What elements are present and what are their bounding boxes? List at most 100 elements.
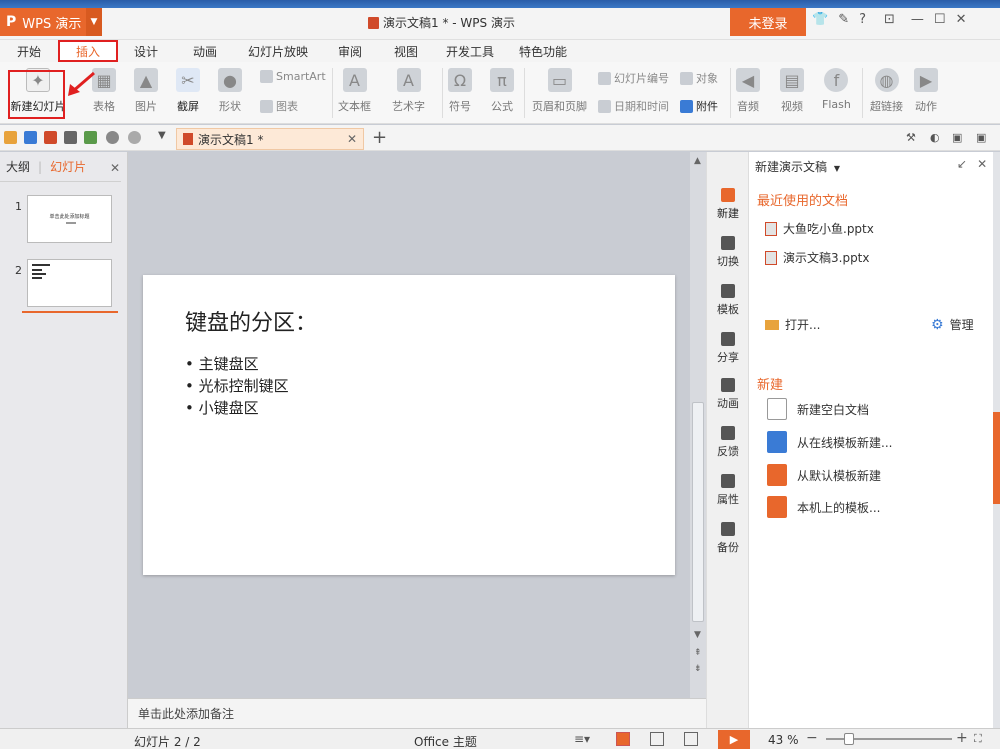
chart-button[interactable]: 图表 xyxy=(260,98,298,114)
local-templates[interactable]: 本机上的模板... xyxy=(767,496,880,518)
login-button[interactable]: 未登录 xyxy=(730,8,806,36)
sidebar-item-feedback[interactable]: 反馈 xyxy=(707,426,749,459)
sidebar-item-backup[interactable]: 备份 xyxy=(707,522,749,555)
task-pane-title: 新建演示文稿 xyxy=(755,160,828,174)
action-button[interactable]: ▶ 动作 xyxy=(914,68,938,114)
zoom-out-icon[interactable]: − xyxy=(806,730,818,746)
task-pane-header[interactable]: 新建演示文稿 ▼ xyxy=(755,158,840,175)
vertical-scrollbar[interactable]: ▲ ▼ ⇞ ⇟ xyxy=(690,152,706,698)
date-time-button[interactable]: 日期和时间 xyxy=(598,98,669,114)
help-icon[interactable]: ? xyxy=(859,12,866,27)
slide-sorter-icon[interactable] xyxy=(650,732,664,746)
app-menu-button[interactable]: P WPS 演示 ▼ xyxy=(0,8,102,36)
play-slideshow-button[interactable]: ▶ xyxy=(718,730,750,749)
recent-file[interactable]: 演示文稿3.pptx xyxy=(765,249,870,266)
new-from-online-template[interactable]: 从在线模板新建... xyxy=(767,431,892,453)
reading-view-icon[interactable] xyxy=(684,732,698,746)
attachment-button[interactable]: 附件 xyxy=(680,98,718,114)
new-from-default-template[interactable]: 从默认模板新建 xyxy=(767,464,881,486)
picture-button[interactable]: ▲ 图片 xyxy=(134,68,158,114)
recent-file[interactable]: 大鱼吃小鱼.pptx xyxy=(765,220,874,237)
open-folder-icon[interactable] xyxy=(4,131,17,144)
restore-ribbon-icon[interactable]: ⊡ xyxy=(884,12,895,27)
prev-slide-icon[interactable]: ⇞ xyxy=(694,648,702,658)
tab-home[interactable]: 开始 xyxy=(0,40,58,62)
tool-icon[interactable]: ⚒ xyxy=(906,131,916,144)
tab-slideshow[interactable]: 幻灯片放映 xyxy=(236,40,320,62)
panel-toggle-icon[interactable]: ▣ xyxy=(976,131,986,144)
layout-icon[interactable]: ▣ xyxy=(952,131,962,144)
save-icon[interactable] xyxy=(24,131,37,144)
tab-animation[interactable]: 动画 xyxy=(174,40,236,62)
new-blank-doc[interactable]: 新建空白文档 xyxy=(767,398,869,420)
close-pane-icon[interactable]: ✕ xyxy=(110,161,120,175)
customize-qat-icon[interactable]: ▼ xyxy=(158,130,166,141)
scrollbar-thumb[interactable] xyxy=(692,402,704,622)
undo-icon[interactable] xyxy=(106,131,119,144)
sidebar-item-animation[interactable]: 动画 xyxy=(707,378,749,411)
print-icon[interactable] xyxy=(64,131,77,144)
tab-slides[interactable]: 幻灯片 xyxy=(50,158,86,175)
next-slide-icon[interactable]: ⇟ xyxy=(694,664,702,674)
notes-toggle-icon[interactable]: ≡▾ xyxy=(574,732,590,746)
screenshot-button[interactable]: ✂ 截屏 xyxy=(176,68,200,114)
feedback-icon[interactable]: ✎ xyxy=(838,12,849,27)
shape-button[interactable]: ● 形状 xyxy=(218,68,242,114)
zoom-slider-knob[interactable] xyxy=(844,733,855,745)
tab-review[interactable]: 审阅 xyxy=(320,40,380,62)
sidebar-item-switch[interactable]: 切换 xyxy=(707,236,749,269)
chevron-down-icon[interactable]: ▼ xyxy=(86,8,102,36)
normal-view-icon[interactable] xyxy=(616,732,630,746)
tab-special[interactable]: 特色功能 xyxy=(508,40,578,62)
close-icon[interactable]: ✕ xyxy=(956,12,967,27)
zoom-slider[interactable] xyxy=(826,733,952,745)
flash-button[interactable]: f Flash xyxy=(822,68,851,111)
sidebar-item-properties[interactable]: 属性 xyxy=(707,474,749,507)
video-button[interactable]: ▤ 视频 xyxy=(780,68,804,114)
tab-view[interactable]: 视图 xyxy=(380,40,432,62)
open-button[interactable]: 打开... xyxy=(765,316,820,333)
wordart-button[interactable]: A 艺术字 xyxy=(392,68,425,114)
bookmark-icon[interactable]: ◐ xyxy=(930,131,940,144)
sidebar-item-share[interactable]: 分享 xyxy=(707,332,749,365)
slide-thumbnail-1[interactable]: 单击此处添加标题 xyxy=(27,195,112,243)
manage-button[interactable]: ⚙ 管理 xyxy=(931,316,974,333)
maximize-icon[interactable]: ☐ xyxy=(934,12,946,27)
symbol-button[interactable]: Ω 符号 xyxy=(448,68,472,114)
export-pdf-icon[interactable] xyxy=(44,131,57,144)
side-expand-tab[interactable] xyxy=(993,412,1000,504)
tab-outline[interactable]: 大纲 xyxy=(6,158,30,175)
print-preview-icon[interactable] xyxy=(84,131,97,144)
textbox-button[interactable]: A 文本框 xyxy=(338,68,371,114)
minimize-icon[interactable]: — xyxy=(911,12,924,27)
hyperlink-button[interactable]: ◍ 超链接 xyxy=(870,68,903,114)
slide-thumbnail-2[interactable] xyxy=(27,259,112,307)
sidebar-item-template[interactable]: 模板 xyxy=(707,284,749,317)
zoom-in-icon[interactable]: + xyxy=(956,730,968,746)
slide-bullet-list[interactable]: • 主键盘区 • 光标控制键区 • 小键盘区 xyxy=(185,353,289,419)
audio-button[interactable]: ◀ 音频 xyxy=(736,68,760,114)
skin-icon[interactable]: 👕 xyxy=(812,12,828,27)
redo-icon[interactable] xyxy=(128,131,141,144)
sidebar-item-new[interactable]: 新建 xyxy=(707,188,749,221)
tab-developer[interactable]: 开发工具 xyxy=(432,40,508,62)
tab-insert[interactable]: 插入 xyxy=(58,40,118,62)
tab-design[interactable]: 设计 xyxy=(118,40,174,62)
object-button[interactable]: 对象 xyxy=(680,70,718,86)
scroll-down-icon[interactable]: ▼ xyxy=(694,630,701,640)
wordart-icon: A xyxy=(396,68,421,92)
formula-button[interactable]: π 公式 xyxy=(490,68,514,114)
new-tab-plus-icon[interactable]: + xyxy=(372,127,387,148)
header-footer-button[interactable]: ▭ 页眉和页脚 xyxy=(532,68,587,114)
smartart-button[interactable]: SmartArt xyxy=(260,70,326,83)
undock-icon[interactable]: ↙ xyxy=(957,157,967,171)
document-tab[interactable]: 演示文稿1 * ✕ xyxy=(176,128,364,150)
slide-title[interactable]: 键盘的分区： xyxy=(185,305,317,337)
notes-pane[interactable]: 单击此处添加备注 xyxy=(128,698,706,728)
fit-window-icon[interactable]: ⛶ xyxy=(974,732,982,746)
slide-number-button[interactable]: 幻灯片编号 xyxy=(598,70,669,86)
scroll-up-icon[interactable]: ▲ xyxy=(694,156,701,166)
close-icon[interactable]: ✕ xyxy=(977,157,987,171)
slide-canvas[interactable]: 键盘的分区： • 主键盘区 • 光标控制键区 • 小键盘区 xyxy=(143,275,675,575)
close-tab-icon[interactable]: ✕ xyxy=(347,132,357,146)
